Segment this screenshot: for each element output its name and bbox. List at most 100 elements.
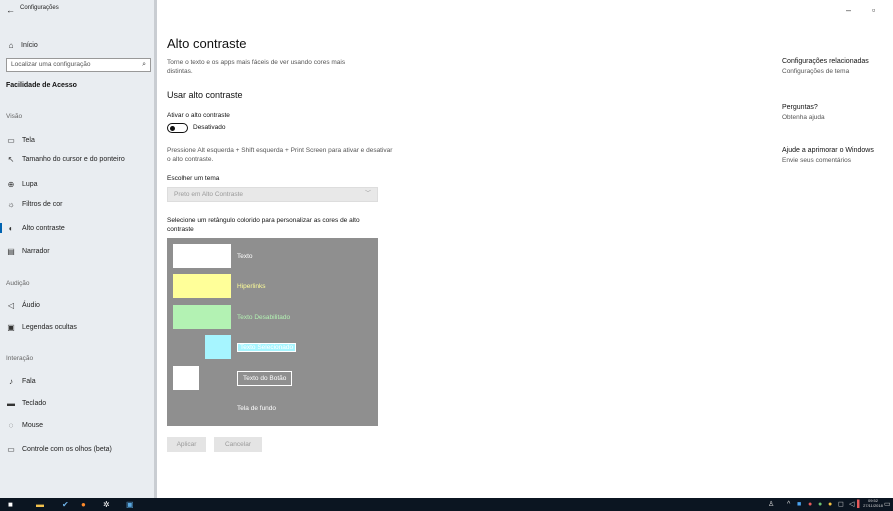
sidebar-item-keyboard[interactable]: ▬ Teclado	[6, 396, 154, 410]
tray-app-icon[interactable]: ●	[828, 500, 832, 509]
color-rect-hint: Selecione um retângulo colorido para per…	[167, 217, 360, 233]
contrast-preview: Texto Hiperlinks Texto Desabilitado Text…	[167, 238, 378, 426]
theme-select[interactable]: Preto em Alto Contraste ﹀	[167, 187, 378, 202]
hyperlink-color-swatch[interactable]	[173, 274, 231, 298]
people-icon[interactable]: ♙	[768, 500, 774, 509]
tray-app-icon[interactable]: ●	[808, 500, 812, 509]
chevron-up-icon[interactable]: ^	[787, 500, 790, 509]
color-filter-icon: ☼	[7, 199, 15, 209]
tray-app-icon[interactable]: ■	[797, 500, 801, 509]
microphone-icon: ♪	[9, 376, 13, 386]
chevron-down-icon: ﹀	[364, 191, 371, 197]
arrow-left-icon[interactable]: ←	[6, 4, 15, 16]
clock-date: 27/11/2018	[863, 503, 883, 508]
sidebar-item-audio[interactable]: ◁ Áudio	[6, 298, 154, 312]
get-help-link[interactable]: Obtenha ajuda	[782, 114, 825, 121]
title-bar: ← Configurações – ▫	[0, 0, 893, 20]
page-title: Alto contraste	[167, 36, 247, 51]
selected-text-color-label: Texto Selecionado	[237, 343, 297, 352]
narrator-icon: ▤	[7, 246, 15, 256]
sidebar-item-label: Legendas ocultas	[22, 323, 77, 331]
sidebar-item-eye-control[interactable]: ▭ Controle com os olhos (beta)	[6, 442, 154, 456]
shortcut-hint: Pressione Alt esquerda + Shift esquerda …	[167, 147, 393, 163]
search-placeholder: Localizar uma configuração	[11, 61, 91, 68]
speaker-icon: ◁	[7, 300, 15, 310]
apply-button[interactable]: Aplicar	[167, 437, 206, 452]
theme-select-value: Preto em Alto Contraste	[174, 191, 244, 198]
maximize-button[interactable]: ▫	[872, 4, 875, 16]
keyboard-icon: ▬	[7, 398, 15, 408]
monitor-icon: ▭	[7, 135, 15, 145]
toggle-state: Desativado	[193, 124, 226, 131]
settings-icon[interactable]: ✲	[103, 500, 110, 509]
sidebar-item-label: Mouse	[22, 421, 44, 429]
sidebar-item-label: Tela	[22, 136, 35, 144]
sidebar-item-captions[interactable]: ▣ Legendas ocultas	[6, 320, 154, 334]
toggle-label: Ativar o alto contraste	[167, 112, 230, 119]
cursor-icon: ↖	[7, 154, 15, 164]
mouse-icon: ◌	[8, 420, 14, 430]
group-label-interaction: Interação	[6, 355, 34, 362]
notifications-icon[interactable]: ▭	[884, 500, 891, 509]
theme-settings-link[interactable]: Configurações de tema	[782, 68, 869, 75]
sidebar-item-narrator[interactable]: ▤ Narrador	[6, 244, 154, 258]
sidebar-item-cursor[interactable]: ↖ Tamanho do cursor e do ponteiro	[6, 152, 154, 166]
sidebar-item-label: Narrador	[22, 247, 50, 255]
network-icon[interactable]: ◻	[838, 500, 844, 509]
theme-label: Escolher um tema	[167, 175, 220, 182]
sidebar-scrollbar[interactable]	[154, 0, 157, 498]
related-heading: Configurações relacionadas	[782, 58, 869, 65]
clock[interactable]: 09:52 27/11/2018	[862, 498, 884, 508]
background-color-label[interactable]: Tela de fundo	[237, 405, 276, 412]
button-text-color-label: Texto do Botão	[237, 371, 293, 386]
group-label-hearing: Audição	[6, 280, 30, 287]
sidebar-item-label: Tamanho do cursor e do ponteiro	[22, 155, 125, 163]
sidebar-item-mouse[interactable]: ◌ Mouse	[6, 418, 154, 432]
hyperlink-color-label: Hiperlinks	[237, 283, 266, 290]
button-text-color-swatch[interactable]	[173, 366, 199, 390]
settings-window: ← Configurações – ▫ ⌂ Início Localizar u…	[0, 0, 893, 498]
file-explorer-icon[interactable]: ▬	[36, 500, 44, 509]
paint-icon[interactable]: ✔	[62, 500, 69, 509]
tray-app-icon[interactable]: ●	[818, 500, 822, 509]
feedback-section: Ajude a aprimorar o Windows Envie seus c…	[782, 147, 874, 164]
feedback-heading: Ajude a aprimorar o Windows	[782, 147, 874, 154]
app-title: Configurações	[20, 5, 59, 11]
sidebar-item-label: Filtros de cor	[22, 200, 63, 208]
feedback-link[interactable]: Envie seus comentários	[782, 157, 874, 164]
questions-section: Perguntas? Obtenha ajuda	[782, 104, 825, 121]
eye-control-icon: ▭	[7, 444, 15, 454]
sidebar-item-high-contrast[interactable]: ◐ Alto contraste	[0, 221, 154, 235]
cancel-button[interactable]: Cancelar	[214, 437, 262, 452]
firefox-icon[interactable]: ●	[81, 500, 86, 509]
sidebar-item-label: Alto contraste	[22, 224, 65, 232]
home-icon: ⌂	[8, 40, 14, 50]
contrast-icon: ◐	[8, 223, 14, 233]
group-label-vision: Visão	[6, 113, 23, 120]
disabled-text-color-swatch[interactable]	[173, 305, 231, 329]
sidebar-item-label: Fala	[22, 377, 36, 385]
sidebar-item-label: Início	[21, 41, 38, 49]
sidebar-item-label: Teclado	[22, 399, 47, 407]
volume-icon[interactable]: ◁	[849, 500, 854, 509]
search-input[interactable]: Localizar uma configuração ⌕	[6, 58, 151, 72]
start-icon[interactable]: ■	[8, 500, 13, 509]
questions-heading: Perguntas?	[782, 104, 818, 111]
sidebar-item-display[interactable]: ▭ Tela	[6, 133, 154, 147]
sidebar-item-color-filters[interactable]: ☼ Filtros de cor	[6, 197, 154, 211]
toggle-knob	[170, 125, 175, 131]
sidebar-item-home[interactable]: ⌂ Início	[6, 38, 38, 52]
minimize-button[interactable]: –	[846, 4, 851, 16]
sidebar-item-magnifier[interactable]: ⊕ Lupa	[6, 177, 154, 191]
sidebar-item-label: Lupa	[22, 180, 38, 188]
selected-text-color-swatch[interactable]	[205, 335, 231, 359]
sidebar-item-speech[interactable]: ♪ Fala	[6, 374, 154, 388]
search-icon: ⌕	[142, 61, 146, 68]
taskbar: ■ ▬ ✔ ● ✲ ▣ ♙ ^ ■ ● ● ● ◻ ◁ ▌ 09:52 27/1…	[0, 498, 893, 511]
text-color-label: Texto	[237, 253, 253, 260]
text-color-swatch[interactable]	[173, 244, 231, 268]
photos-icon[interactable]: ▣	[126, 500, 134, 509]
high-contrast-toggle[interactable]	[167, 123, 188, 133]
disabled-text-color-label: Texto Desabilitado	[237, 314, 291, 321]
section-title: Facilidade de Acesso	[6, 82, 77, 89]
